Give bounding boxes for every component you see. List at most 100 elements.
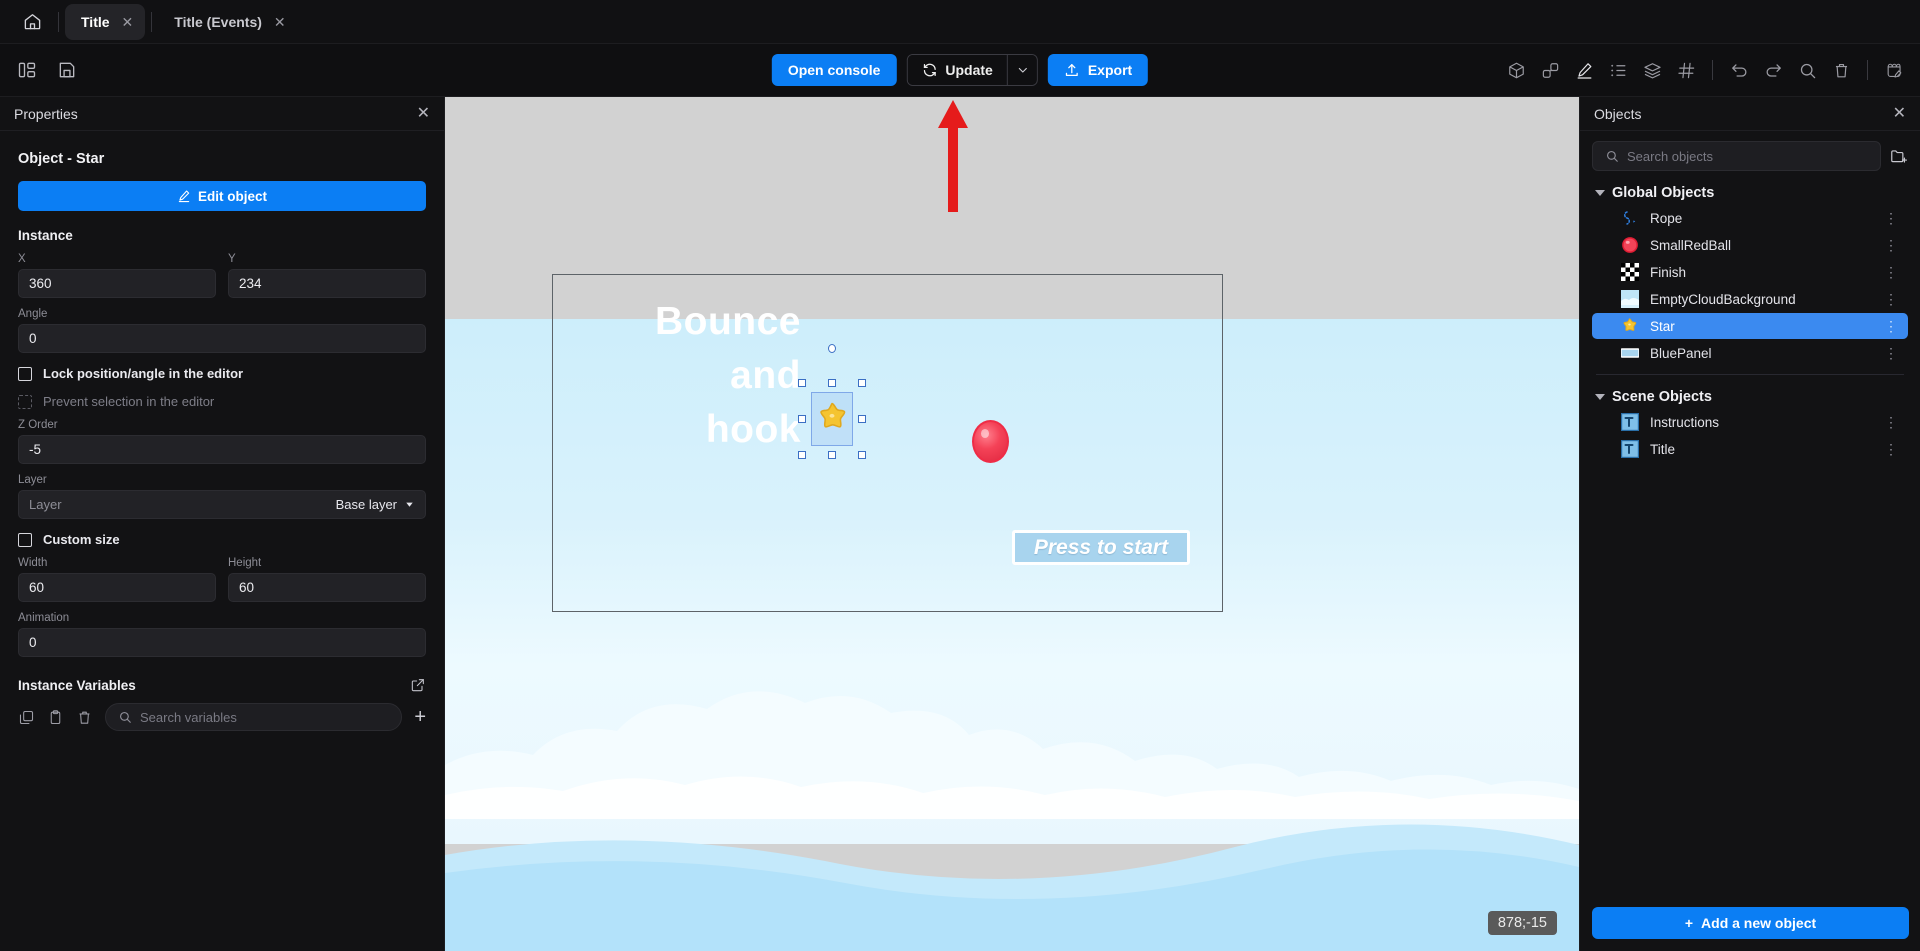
resize-handle-ne[interactable]: [858, 379, 866, 387]
object-row-bluepanel[interactable]: BluePanel ⋮: [1592, 340, 1908, 366]
copy-icon[interactable]: [18, 709, 35, 726]
object-row-rope[interactable]: Rope ⋮: [1592, 205, 1908, 231]
group-header-scene-objects[interactable]: Scene Objects: [1595, 389, 1908, 405]
custom-size-checkbox[interactable]: [18, 532, 32, 547]
pencil-icon: [177, 189, 191, 203]
close-icon[interactable]: ✕: [274, 15, 286, 29]
properties-list-button[interactable]: [1602, 54, 1634, 86]
custom-size-label: Custom size: [43, 532, 120, 547]
layers-icon: [1643, 61, 1662, 80]
redo-button[interactable]: [1757, 54, 1789, 86]
object-label: EmptyCloudBackground: [1650, 291, 1796, 307]
cursor-coordinates-badge: 878;-15: [1487, 911, 1557, 935]
layers-button[interactable]: [1636, 54, 1668, 86]
annotation-arrow-icon: [936, 98, 970, 216]
y-input[interactable]: [228, 269, 426, 298]
group-label: Global Objects: [1612, 185, 1715, 201]
animation-input[interactable]: [18, 628, 426, 657]
scene-frame[interactable]: Bounce and hook Press to start: [552, 274, 1223, 612]
upload-icon: [1064, 62, 1080, 78]
new-folder-icon[interactable]: [1889, 147, 1908, 166]
object-title: Object - Star: [18, 151, 105, 167]
group-header-global-objects[interactable]: Global Objects: [1595, 185, 1908, 201]
lock-position-row[interactable]: Lock position/angle in the editor: [18, 366, 426, 381]
close-icon[interactable]: ✕: [1893, 105, 1906, 122]
edit-object-button[interactable]: Edit object: [18, 181, 426, 211]
objects-icon: [1541, 61, 1560, 80]
resize-handle-w[interactable]: [798, 415, 806, 423]
object-row-smallredball[interactable]: SmallRedBall ⋮: [1592, 232, 1908, 258]
close-icon[interactable]: ✕: [417, 105, 430, 122]
edit-tab-button[interactable]: [1878, 54, 1910, 86]
update-button[interactable]: Update: [907, 55, 1007, 85]
add-variable-button[interactable]: +: [414, 707, 426, 727]
object-label: BluePanel: [1650, 345, 1712, 361]
resize-handle-sw[interactable]: [798, 451, 806, 459]
object-menu-icon[interactable]: ⋮: [1878, 442, 1904, 456]
resize-handle-s[interactable]: [828, 451, 836, 459]
resize-handle-n[interactable]: [828, 379, 836, 387]
object-menu-icon[interactable]: ⋮: [1878, 415, 1904, 429]
star-instance-selection[interactable]: [798, 344, 866, 459]
height-input[interactable]: [228, 573, 426, 602]
paste-icon[interactable]: [47, 709, 64, 726]
export-label: Export: [1087, 62, 1133, 78]
object-row-title[interactable]: Title ⋮: [1592, 436, 1908, 462]
trash-icon[interactable]: [76, 709, 93, 726]
object-row-instructions[interactable]: Instructions ⋮: [1592, 409, 1908, 435]
cube-3d-button[interactable]: [1500, 54, 1532, 86]
small-red-ball-instance[interactable]: [972, 420, 1009, 463]
angle-input[interactable]: [18, 324, 426, 353]
width-input[interactable]: [18, 573, 216, 602]
object-label: Instructions: [1650, 414, 1720, 430]
open-external-icon[interactable]: [410, 677, 426, 693]
object-menu-icon[interactable]: ⋮: [1878, 346, 1904, 360]
search-button[interactable]: [1791, 54, 1823, 86]
layer-select[interactable]: Layer Base layer: [18, 490, 426, 519]
objects-button[interactable]: [1534, 54, 1566, 86]
search-variables-field[interactable]: [105, 703, 403, 731]
rotation-handle[interactable]: [828, 344, 836, 353]
undo-button[interactable]: [1723, 54, 1755, 86]
add-new-object-button[interactable]: + Add a new object: [1592, 907, 1909, 939]
object-menu-icon[interactable]: ⋮: [1878, 292, 1904, 306]
object-row-star[interactable]: Star ⋮: [1592, 313, 1908, 339]
z-order-input[interactable]: [18, 435, 426, 464]
x-input[interactable]: [18, 269, 216, 298]
press-to-start-button[interactable]: Press to start: [1012, 530, 1190, 565]
delete-button[interactable]: [1825, 54, 1857, 86]
objects-panel-body: Global Objects Rope ⋮: [1580, 131, 1920, 462]
open-console-button[interactable]: Open console: [771, 54, 897, 86]
grid-hash-button[interactable]: [1670, 54, 1702, 86]
lock-position-checkbox[interactable]: [18, 366, 32, 381]
export-button[interactable]: Export: [1047, 54, 1149, 86]
update-button-group: Update: [906, 54, 1038, 86]
resize-handle-se[interactable]: [858, 451, 866, 459]
close-icon[interactable]: ✕: [122, 15, 134, 29]
blue-panel-object-icon: [1620, 344, 1639, 363]
search-objects-field[interactable]: [1592, 141, 1881, 171]
custom-size-row[interactable]: Custom size: [18, 532, 426, 547]
update-dropdown-button[interactable]: [1006, 55, 1037, 85]
pencil-button[interactable]: [1568, 54, 1600, 86]
z-order-label: Z Order: [18, 419, 58, 431]
search-variables-input[interactable]: [140, 709, 390, 725]
object-menu-icon[interactable]: ⋮: [1878, 319, 1904, 333]
toolbar-center-group: Open console Update Export: [771, 54, 1149, 86]
object-row-emptycloudbackground[interactable]: EmptyCloudBackground ⋮: [1592, 286, 1908, 312]
undo-icon: [1730, 61, 1749, 80]
object-row-finish[interactable]: Finish ⋮: [1592, 259, 1908, 285]
panels-layout-button[interactable]: [10, 53, 44, 87]
x-label: X: [18, 253, 26, 265]
home-button[interactable]: [12, 5, 52, 39]
object-menu-icon[interactable]: ⋮: [1878, 211, 1904, 225]
resize-handle-e[interactable]: [858, 415, 866, 423]
scene-canvas[interactable]: Bounce and hook Press to start 878;-15: [445, 97, 1579, 951]
tab-title[interactable]: Title ✕: [65, 3, 146, 40]
search-objects-input[interactable]: [1627, 148, 1868, 164]
save-button[interactable]: [50, 53, 84, 87]
object-menu-icon[interactable]: ⋮: [1878, 265, 1904, 279]
object-menu-icon[interactable]: ⋮: [1878, 238, 1904, 252]
tab-title-events[interactable]: Title (Events) ✕: [158, 4, 297, 40]
resize-handle-nw[interactable]: [798, 379, 806, 387]
